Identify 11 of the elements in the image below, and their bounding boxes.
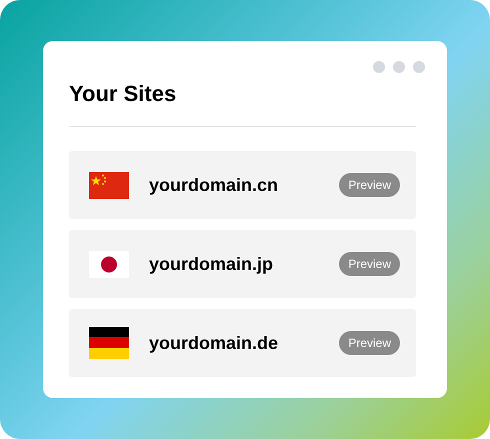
- flag-icon: [89, 172, 129, 198]
- window-dots-icon: [373, 61, 427, 73]
- preview-button[interactable]: Preview: [339, 252, 400, 276]
- flag-icon: [89, 327, 129, 359]
- preview-button[interactable]: Preview: [339, 331, 400, 355]
- card-title: Your Sites: [69, 80, 176, 108]
- domain-name: yourdomain.jp: [149, 252, 274, 276]
- domain-name: yourdomain.cn: [149, 174, 280, 197]
- flag-icon: [89, 250, 129, 278]
- preview-button[interactable]: Preview: [339, 173, 400, 197]
- domain-name: yourdomain.de: [149, 332, 280, 355]
